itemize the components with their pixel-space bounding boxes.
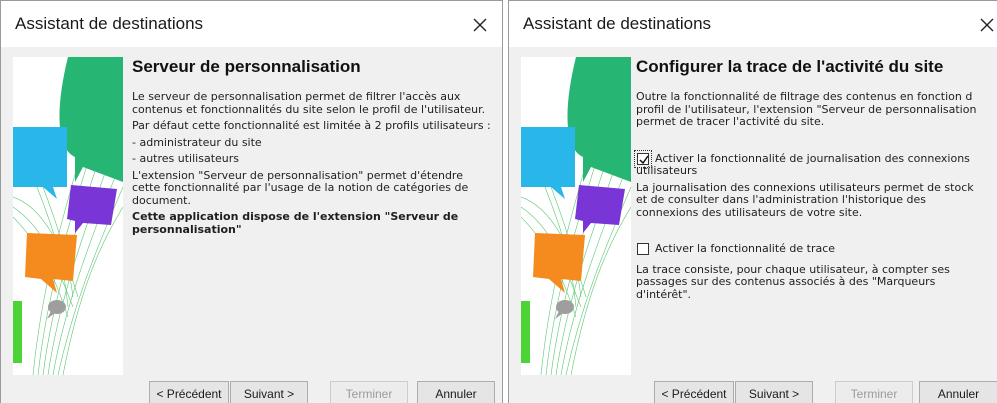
logging-checkbox-label[interactable]: Activer la fonctionnalité de journalisat…	[655, 152, 997, 166]
button-bar: < Précédent Suivant > Terminer Annuler	[509, 381, 997, 403]
intro-line: permet de tracer l'activité du site.	[636, 115, 825, 128]
check-icon	[639, 155, 649, 164]
intro-text: Outre la fonctionnalité de filtrage des …	[636, 90, 997, 129]
close-icon[interactable]	[976, 14, 997, 36]
trace-checkbox-label[interactable]: Activer la fonctionnalité de trace	[655, 242, 997, 256]
page-title: Serveur de personnalisation	[132, 57, 361, 76]
intro-line: Outre la fonctionnalité de filtrage des …	[636, 90, 973, 103]
description-line: d'intérêt".	[636, 287, 692, 301]
speech-bubbles-illustration	[13, 57, 123, 375]
button-bar: < Précédent Suivant > Terminer Annuler	[1, 381, 502, 403]
page-content: Configurer la trace de l'activité du sit…	[634, 57, 997, 302]
profile-list-item: - administrateur du site	[132, 135, 262, 149]
trace-option: Activer la fonctionnalité de trace	[636, 242, 997, 256]
description-paragraph: Le serveur de personnalisation permet de…	[132, 90, 486, 116]
title-bar: Assistant de destinations	[509, 1, 997, 47]
wizard-dialog-left: Assistant de destinations Serveur de per…	[0, 0, 503, 403]
finish-button[interactable]: Terminer	[330, 381, 408, 403]
logging-checkbox-label-cont[interactable]: utilisateurs	[636, 164, 997, 178]
title-bar: Assistant de destinations	[1, 1, 502, 47]
description-line: connexions des utilisateurs de votre sit…	[636, 205, 863, 219]
trace-description: La trace consiste, pour chaque utilisate…	[636, 263, 997, 302]
extension-status-note: Cette application dispose de l'extension…	[132, 210, 459, 236]
description-line: passages sur des contenus associés à des…	[636, 275, 936, 288]
close-icon[interactable]	[469, 14, 491, 36]
description-paragraph: L'extension "Serveur de personnalisation…	[132, 168, 469, 207]
logging-checkbox[interactable]	[634, 149, 652, 168]
trace-checkbox[interactable]	[637, 243, 649, 255]
page-content: Serveur de personnalisation Le serveur d…	[132, 57, 494, 240]
description-paragraph: Par défaut cette fonctionnalité est limi…	[132, 119, 491, 132]
window-title: Assistant de destinations	[15, 14, 204, 33]
next-button[interactable]: Suivant >	[230, 381, 308, 403]
previous-button[interactable]: < Précédent	[654, 381, 734, 403]
cancel-button[interactable]: Annuler	[919, 381, 997, 403]
cancel-button[interactable]: Annuler	[417, 381, 495, 403]
description-line: et de consulter dans l'administration l'…	[636, 193, 926, 206]
page-title: Configurer la trace de l'activité du sit…	[636, 57, 944, 76]
wizard-dialog-right: Assistant de destinations Configurer la …	[508, 0, 997, 403]
logging-option: Activer la fonctionnalité de journalisat…	[634, 149, 997, 168]
window-title: Assistant de destinations	[523, 14, 712, 33]
profile-list-item: - autres utilisateurs	[132, 152, 239, 165]
previous-button[interactable]: < Précédent	[149, 381, 229, 403]
next-button[interactable]: Suivant >	[735, 381, 813, 403]
logging-description: La journalisation des connexions utilisa…	[636, 181, 997, 220]
finish-button[interactable]: Terminer	[835, 381, 913, 403]
speech-bubbles-illustration	[521, 57, 631, 375]
